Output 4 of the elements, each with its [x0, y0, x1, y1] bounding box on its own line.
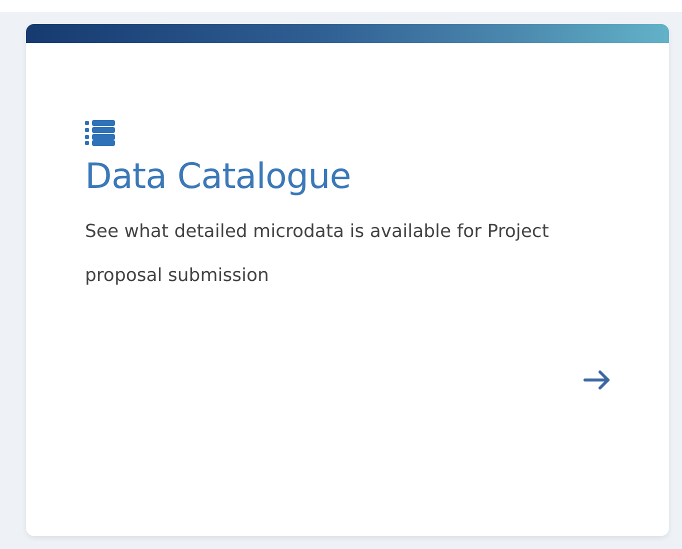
arrow-right-icon[interactable] [583, 370, 611, 390]
card-description: See what detailed microdata is available for Project proposal submission [85, 220, 550, 288]
card-title: Data Catalogue [85, 156, 352, 198]
list-icon [85, 120, 115, 146]
